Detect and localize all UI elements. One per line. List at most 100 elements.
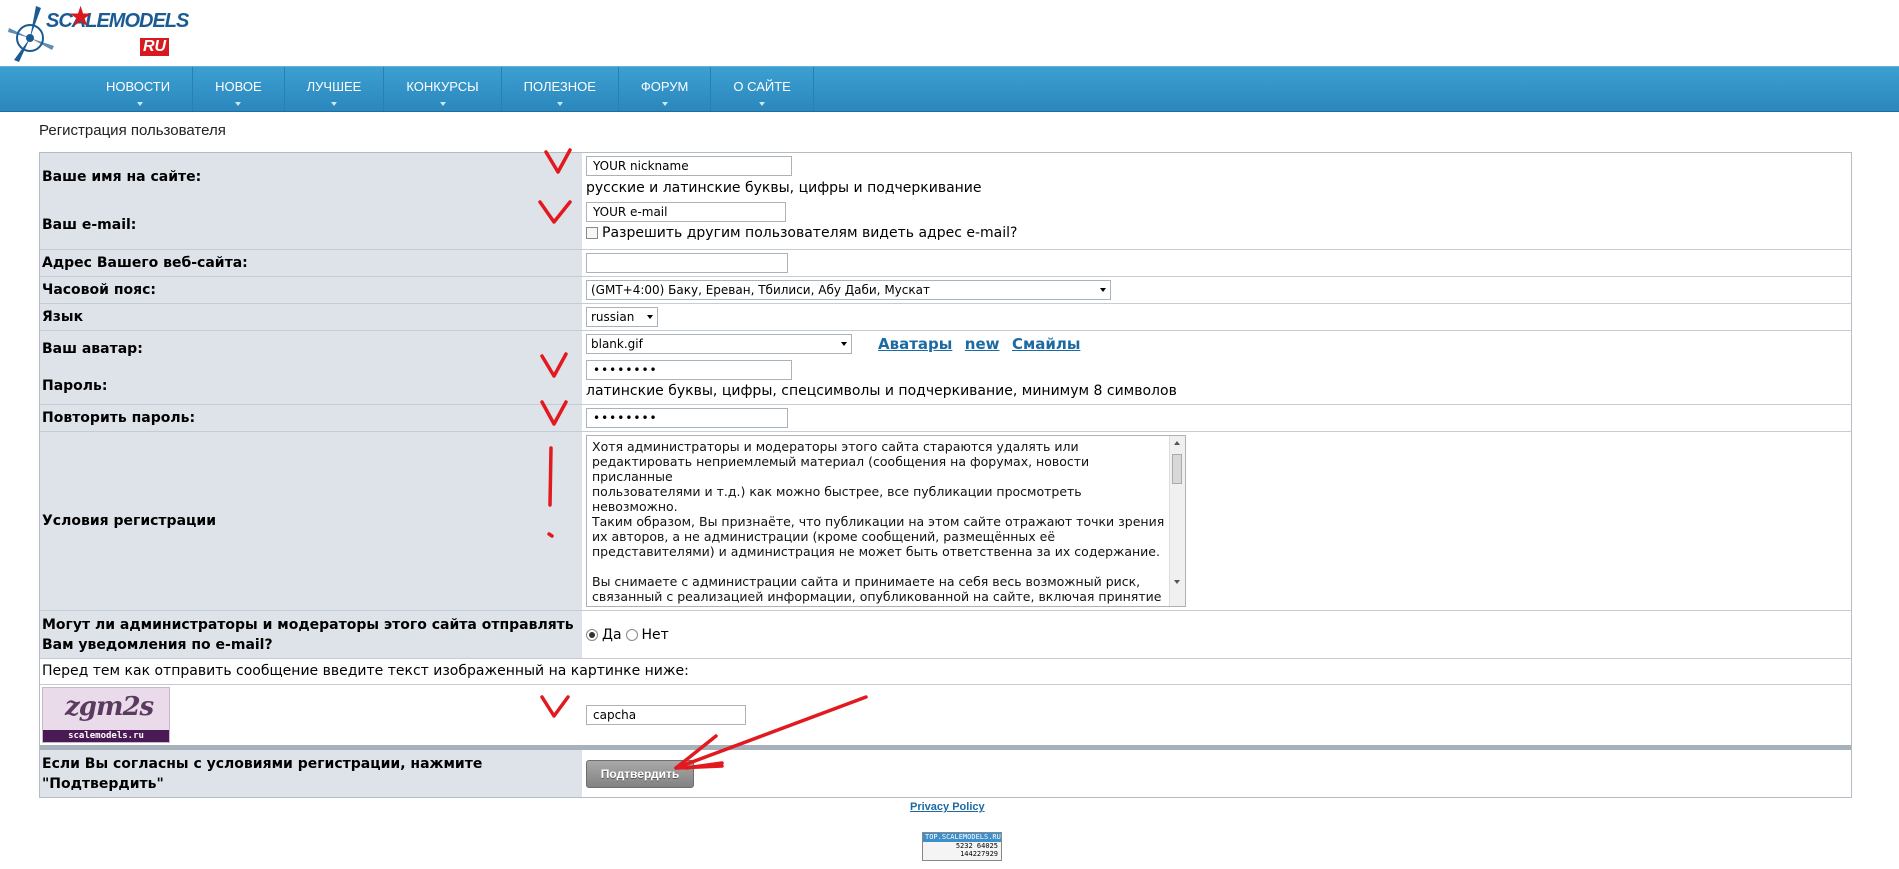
captcha-word: zgm2s [65,692,154,722]
notify-yes-label: Да [602,626,622,643]
email-label: Ваш e-mail: [42,217,137,233]
caret-down-icon [439,102,446,106]
confirm-button[interactable]: Подтвердить [586,759,694,788]
privacy-policy-link[interactable]: Privacy Policy [910,801,985,813]
terms-text: Хотя администраторы и модераторы этого с… [592,439,1165,606]
counter-line-1: 5232 64025 [955,842,998,850]
nav-item-about[interactable]: О САЙТЕ [711,67,814,111]
captcha-site: scalemodels.ru [43,730,169,742]
notify-label: Могут ли администраторы и модераторы это… [40,611,582,658]
caret-down-icon [661,102,668,106]
timezone-select[interactable]: (GMT+4:00) Баку, Ереван, Тбилиси, Абу Да… [586,280,1111,300]
scroll-up-icon[interactable] [1174,441,1180,445]
notify-options: Да Нет [586,627,1849,643]
captcha-input[interactable]: capcha [586,705,746,725]
captcha-image: zgm2s scalemodels.ru [42,687,170,743]
star-icon: ★ [68,0,94,33]
nav-label: ЛУЧШЕЕ [306,78,362,94]
main-nav: НОВОСТИ НОВОЕ ЛУЧШЕЕ КОНКУРСЫ ПОЛЕЗНОЕ Ф… [0,66,1899,112]
top-counter[interactable]: TOP.SCALEMODELS.RU 5232 64025 144227929 [922,832,1002,861]
nav-label: КОНКУРСЫ [406,78,479,94]
counter-line-2: 144227929 [960,850,998,858]
nav-item-news[interactable]: НОВОСТИ [88,67,194,111]
identity-values: YOUR nickname русские и латинские буквы,… [582,153,1851,249]
timezone-cell: (GMT+4:00) Баку, Ереван, Тбилиси, Абу Да… [582,277,1851,303]
nav-label: ФОРУМ [640,78,689,94]
notify-no-radio[interactable] [625,628,638,641]
chevron-down-icon [1100,288,1106,292]
website-row: Адрес Вашего веб-сайта: [40,250,1851,277]
notify-yes-radio[interactable] [586,628,598,641]
submit-label: Если Вы согласны с условиями регистрации… [40,750,582,797]
avatars-link[interactable]: Аватары [878,335,952,353]
show-email-option: Разрешить другим пользователям видеть ад… [586,225,1849,241]
terms-textarea[interactable]: Хотя администраторы и модераторы этого с… [586,435,1186,607]
password-label: Пароль: [42,377,108,394]
nav-item-best[interactable]: ЛУЧШЕЕ [285,67,385,111]
nav-item-useful[interactable]: ПОЛЕЗНОЕ [502,67,619,111]
avatar-password-rows: Ваш аватар: Пароль: blank.gif Аватары ne… [40,331,1851,405]
captcha-instruction: Перед тем как отправить сообщение введит… [40,659,1851,684]
notify-row: Могут ли администраторы и модераторы это… [40,611,1851,659]
language-row: Язык russian [40,304,1851,331]
password-repeat-row: Повторить пароль: •••••••• [40,405,1851,432]
terms-scrollbar[interactable] [1169,436,1185,606]
website-input[interactable] [586,253,788,273]
caret-down-icon [330,102,337,106]
terms-label: Условия регистрации [40,432,582,610]
timezone-row: Часовой пояс: (GMT+4:00) Баку, Ереван, Т… [40,277,1851,304]
terms-row: Условия регистрации Хотя администраторы … [40,432,1851,611]
password-repeat-label: Повторить пароль: [40,405,582,431]
site-logo[interactable]: SCALEMODELS ★ RU [6,0,189,64]
captcha-instruction-row: Перед тем как отправить сообщение введит… [40,659,1851,685]
avatar-password-labels: Ваш аватар: Пароль: [40,331,582,404]
nav-label: НОВОСТИ [106,78,171,94]
site-header: SCALEMODELS ★ RU [0,0,1899,66]
avatar-select[interactable]: blank.gif [586,334,852,354]
language-cell: russian [582,304,1851,330]
avatar-password-values: blank.gif Аватары new Смайлы •••••••• ла… [582,331,1851,404]
nav-label: ПОЛЕЗНОЕ [523,78,596,94]
password-hint: латинские буквы, цифры, спецсимволы и по… [586,383,1177,399]
scroll-thumb[interactable] [1172,454,1182,484]
password-input[interactable]: •••••••• [586,360,792,380]
notify-no-label: Нет [641,626,669,643]
password-repeat-input[interactable]: •••••••• [586,408,788,428]
timezone-label: Часовой пояс: [40,277,582,303]
nickname-input[interactable]: YOUR nickname [586,156,792,176]
identity-rows: Ваше имя на сайте: Ваш e-mail: YOUR nick… [40,153,1851,250]
nickname-hint: русские и латинские буквы, цифры и подче… [586,180,982,196]
new-avatar-link[interactable]: new [965,335,1000,353]
avatar-controls: blank.gif Аватары new Смайлы [586,334,1849,354]
website-label: Адрес Вашего веб-сайта: [40,250,582,276]
caret-down-icon [235,102,242,106]
nickname-label: Ваше имя на сайте: [42,169,202,185]
show-email-checkbox[interactable] [586,227,598,239]
chevron-down-icon [647,315,653,319]
captcha-cell: capcha [582,685,1851,745]
registration-form: Ваше имя на сайте: Ваш e-mail: YOUR nick… [39,152,1852,798]
terms-cell: Хотя администраторы и модераторы этого с… [582,432,1851,610]
captcha-row: zgm2s scalemodels.ru capcha [40,685,1851,745]
scroll-down-icon[interactable] [1174,580,1180,584]
avatar-links: Аватары new Смайлы [870,335,1080,353]
caret-down-icon [137,102,144,106]
show-email-label: Разрешить другим пользователям видеть ад… [602,225,1018,241]
email-input[interactable]: YOUR e-mail [586,202,786,222]
nav-label: О САЙТЕ [733,78,791,94]
avatar-label: Ваш аватар: [42,341,143,358]
caret-down-icon [556,102,563,106]
smileys-link[interactable]: Смайлы [1012,335,1080,353]
password-repeat-cell: •••••••• [582,405,1851,431]
nav-item-forum[interactable]: ФОРУМ [619,67,712,111]
nav-item-new[interactable]: НОВОЕ [193,67,285,111]
nav-item-contests[interactable]: КОНКУРСЫ [384,67,502,111]
nav-label: НОВОЕ [215,78,262,94]
language-label: Язык [40,304,582,330]
language-select[interactable]: russian [586,307,658,327]
logo-ru: RU [140,38,170,56]
language-value: russian [591,310,635,324]
identity-labels: Ваше имя на сайте: Ваш e-mail: [40,153,582,249]
chevron-down-icon [841,342,847,346]
notify-cell: Да Нет [582,611,1851,658]
